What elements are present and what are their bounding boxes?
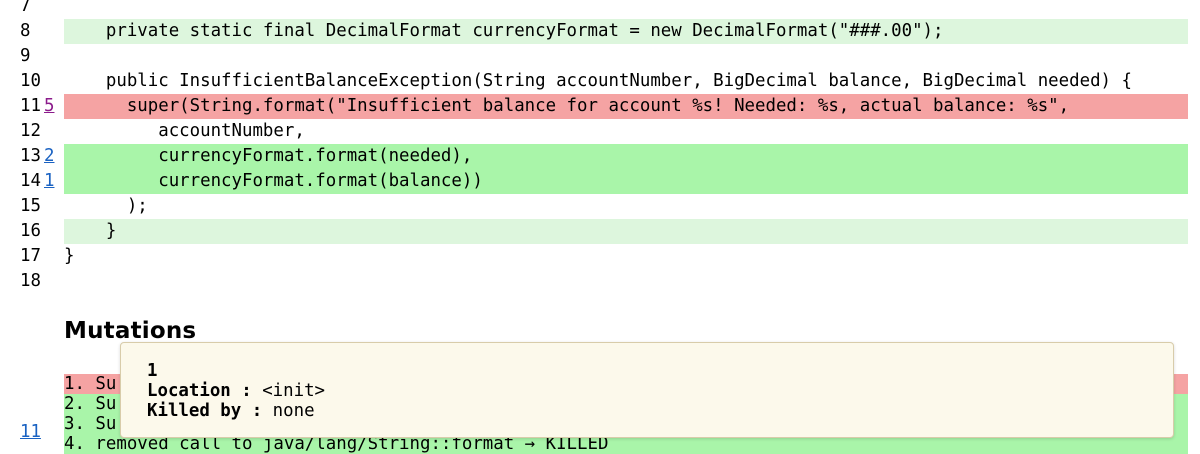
code-line: 18 [0, 269, 1200, 294]
source-text: currencyFormat.format(needed), [64, 146, 473, 166]
source-line: currencyFormat.format(needed), [64, 144, 1188, 169]
source-line: ); [64, 194, 1188, 219]
code-line: 10 public InsufficientBalanceException(S… [0, 69, 1200, 94]
source-text: accountNumber, [64, 121, 305, 141]
line-number: 14 [20, 171, 41, 191]
line-number: 7 [20, 0, 31, 16]
code-line: 17} [0, 244, 1200, 269]
source-line: super(String.format("Insufficient balanc… [64, 94, 1188, 119]
source-line [64, 0, 1188, 19]
line-number: 8 [20, 21, 31, 41]
code-line: 16 } [0, 219, 1200, 244]
line-number: 12 [20, 121, 41, 141]
mutation-tooltip: 1 Location : <init> Killed by : none [120, 342, 1174, 438]
code-line: 12 accountNumber, [0, 119, 1200, 144]
source-text: private static final DecimalFormat curre… [64, 21, 944, 41]
mutation-count-link[interactable]: 2 [44, 144, 60, 169]
mutations-heading: Mutations [64, 318, 197, 344]
source-text: } [64, 246, 75, 266]
tooltip-mutation-number: 1 [147, 361, 158, 381]
line-number: 15 [20, 196, 41, 216]
code-line: 11 5 super(String.format("Insufficient ba… [0, 94, 1200, 119]
mutation-count-link[interactable]: 1 [44, 169, 60, 194]
source-line: accountNumber, [64, 119, 1188, 144]
source-line: } [64, 219, 1188, 244]
source-line: } [64, 244, 1188, 269]
mutation-line-link[interactable]: 11 [20, 422, 41, 442]
source-text: currencyFormat.format(balance)) [64, 171, 483, 191]
source-line: currencyFormat.format(balance)) [64, 169, 1188, 194]
code-line: 15 ); [0, 194, 1200, 219]
code-line: 7 [0, 0, 1200, 19]
tooltip-location-value: <init> [262, 381, 326, 401]
source-text: public InsufficientBalanceException(Stri… [64, 71, 1132, 91]
line-number: 11 [20, 96, 41, 116]
tooltip-location-label: Location : [147, 381, 252, 401]
line-number: 16 [20, 221, 41, 241]
tooltip-killed-by-label: Killed by : [147, 401, 263, 421]
line-number: 10 [20, 71, 41, 91]
line-number: 9 [20, 46, 31, 66]
tooltip-killed-by-value: none [272, 401, 315, 421]
source-code-view: 7 8 private static final DecimalFormat cu… [0, 0, 1200, 294]
source-line [64, 44, 1188, 69]
mutation-count-link[interactable]: 5 [44, 94, 60, 119]
source-text: ); [64, 196, 148, 216]
line-number: 17 [20, 246, 41, 266]
line-number: 18 [20, 271, 41, 291]
line-number: 13 [20, 146, 41, 166]
code-line: 14 1 currencyFormat.format(balance)) [0, 169, 1200, 194]
code-line: 8 private static final DecimalFormat cur… [0, 19, 1200, 44]
source-line: private static final DecimalFormat curre… [64, 19, 1188, 44]
code-line: 9 [0, 44, 1200, 69]
source-line: public InsufficientBalanceException(Stri… [64, 69, 1188, 94]
source-text: } [64, 221, 117, 241]
source-text: super(String.format("Insufficient balanc… [64, 96, 1070, 116]
source-line [64, 269, 1188, 294]
code-line: 13 2 currencyFormat.format(needed), [0, 144, 1200, 169]
